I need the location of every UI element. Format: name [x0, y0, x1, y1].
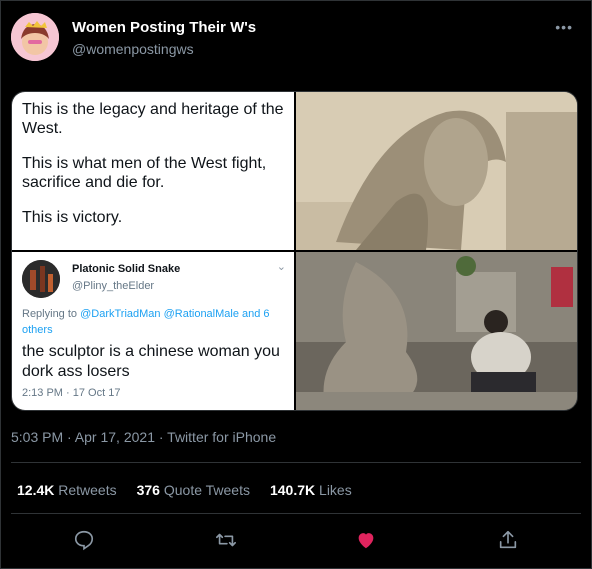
quoted-avatar-image — [22, 260, 60, 298]
panel-line-3: This is victory. — [22, 209, 123, 226]
quoted-avatar[interactable] — [22, 260, 60, 298]
quoted-display-name[interactable]: Platonic Solid Snake — [72, 263, 180, 275]
retweets-stat[interactable]: 12.4K Retweets — [17, 482, 117, 498]
image-sculptor-studio[interactable] — [296, 252, 577, 410]
image-statue-closeup[interactable] — [296, 92, 577, 250]
divider — [11, 513, 581, 514]
avatar-image — [11, 13, 59, 61]
tweet-stats: 12.4K Retweets 376 Quote Tweets 140.7K L… — [17, 482, 352, 498]
tweet-actions — [1, 521, 591, 561]
display-name[interactable]: Women Posting Their W's — [72, 19, 256, 36]
likes-stat[interactable]: 140.7K Likes — [270, 482, 352, 498]
statue-closeup-illustration — [296, 92, 577, 250]
heart-icon[interactable] — [355, 529, 379, 553]
likes-count: 140.7K — [269, 482, 316, 498]
tweet-meta[interactable]: 5:03 PM · Apr 17, 2021 · Twitter for iPh… — [11, 429, 276, 445]
retweet-icon[interactable] — [215, 529, 239, 553]
tweet-header: Women Posting Their W's @womenpostingws … — [11, 13, 581, 65]
panel-line-2: This is what men of the West fight, sacr… — [22, 155, 267, 191]
chevron-down-icon[interactable]: ⌄ — [277, 260, 286, 273]
quote-tweets-count: 376 — [136, 482, 160, 498]
quoted-tweet-panel[interactable]: Platonic Solid Snake @Pliny_theElder ⌄ R… — [12, 252, 294, 410]
tweet-card: Women Posting Their W's @womenpostingws … — [0, 0, 592, 569]
quoted-tweet-text: the sculptor is a chinese woman you dork… — [22, 343, 280, 380]
replying-to: Replying to @DarkTriadMan @RationalMale … — [22, 306, 284, 338]
retweets-count: 12.4K — [17, 482, 55, 498]
quote-tweets-label: Quote Tweets — [159, 482, 250, 498]
likes-label: Likes — [315, 482, 352, 498]
share-icon[interactable] — [497, 529, 521, 553]
panel-line-1: This is the legacy and heritage of the W… — [22, 101, 284, 137]
quoted-user-handle[interactable]: @Pliny_theElder — [72, 280, 154, 292]
media-grid[interactable]: This is the legacy and heritage of the W… — [11, 91, 578, 411]
divider — [11, 462, 581, 463]
reply-icon[interactable] — [73, 529, 97, 553]
sculptor-studio-illustration — [296, 252, 577, 410]
image-text-panel[interactable]: This is the legacy and heritage of the W… — [12, 92, 294, 250]
quoted-tweet-time[interactable]: 2:13 PM · 17 Oct 17 — [22, 387, 120, 399]
user-handle[interactable]: @womenpostingws — [72, 41, 194, 57]
more-options-icon[interactable]: ••• — [555, 19, 573, 35]
avatar[interactable] — [11, 13, 59, 61]
replying-to-prefix: Replying to — [22, 308, 81, 320]
quote-tweets-stat[interactable]: 376 Quote Tweets — [137, 482, 250, 498]
retweets-label: Retweets — [54, 482, 117, 498]
